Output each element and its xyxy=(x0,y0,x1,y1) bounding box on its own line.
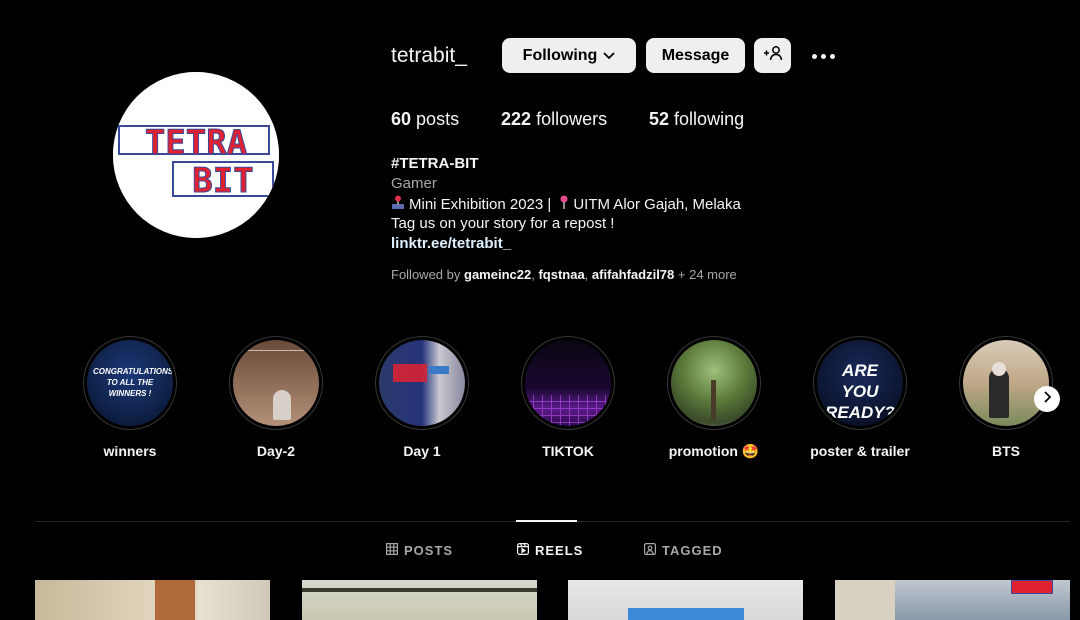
highlight-label: BTS xyxy=(992,443,1020,459)
reel-thumbnail[interactable] xyxy=(35,580,270,620)
highlight-day-2[interactable]: Day-2 xyxy=(229,336,325,459)
followers-label: followers xyxy=(536,109,608,129)
joystick-icon xyxy=(391,195,405,214)
highlight-label: poster & trailer xyxy=(810,443,910,459)
highlight-winners[interactable]: CONGRATULATIONS TO ALL THE WINNERS ! win… xyxy=(83,336,179,459)
followed-by-user: fqstnaa xyxy=(538,267,585,282)
chevron-right-icon xyxy=(1042,390,1052,408)
highlight-thumbnail xyxy=(963,340,1049,426)
highlight-label: promotion 🤩 xyxy=(668,443,760,459)
highlights-next-button[interactable] xyxy=(1034,386,1060,412)
highlight-bts[interactable]: BTS xyxy=(959,336,1055,459)
highlight-label: TIKTOK xyxy=(542,443,594,459)
add-person-icon xyxy=(763,45,783,66)
highlight-label: Day 1 xyxy=(403,443,441,459)
highlight-thumb-text: CONGRATULATIONS TO ALL THE WINNERS ! xyxy=(93,367,173,398)
bio-line-1-part-1: Mini Exhibition 2023 | xyxy=(409,196,552,213)
svg-text:BIT: BIT xyxy=(192,161,253,201)
following-label: following xyxy=(674,109,745,129)
profile-avatar[interactable]: TETRA BIT xyxy=(113,72,279,238)
more-options-icon[interactable] xyxy=(806,44,840,68)
highlight-day-1[interactable]: Day 1 xyxy=(375,336,471,459)
followed-by-user: afifahfadzil78 xyxy=(591,267,675,282)
following-button-label: Following xyxy=(522,46,598,64)
tab-tagged[interactable]: TAGGED xyxy=(644,543,723,558)
highlight-thumbnail: CONGRATULATIONS TO ALL THE WINNERS ! xyxy=(87,340,173,426)
pin-icon xyxy=(559,195,569,214)
reel-thumbnail[interactable] xyxy=(568,580,803,620)
tab-posts[interactable]: POSTS xyxy=(386,543,453,558)
highlight-label: winners xyxy=(103,443,157,459)
highlight-poster-trailer[interactable]: ARE YOU READY? poster & trailer xyxy=(810,336,910,459)
highlight-thumbnail xyxy=(525,340,611,426)
highlight-thumbnail xyxy=(233,340,319,426)
followers-count: 222 xyxy=(501,109,532,129)
message-button[interactable]: Message xyxy=(646,38,745,73)
reel-thumbnail[interactable] xyxy=(302,580,537,620)
followed-by-user: gameinc22 xyxy=(464,267,532,282)
active-tab-indicator xyxy=(516,520,577,522)
svg-text:TETRA: TETRA xyxy=(145,123,247,163)
bio-line-1-part-2: UITM Alor Gajah, Melaka xyxy=(573,196,741,213)
suggested-accounts-button[interactable] xyxy=(754,38,791,73)
bio-line-1: Mini Exhibition 2023 | UITM Alor Gajah, … xyxy=(391,195,741,214)
reels-icon xyxy=(517,543,530,558)
following-button[interactable]: Following xyxy=(502,38,636,73)
highlight-thumbnail xyxy=(379,340,465,426)
bio-line-2: Tag us on your story for a repost ! xyxy=(391,215,615,232)
highlight-tiktok[interactable]: TIKTOK xyxy=(521,336,617,459)
followers-stat[interactable]: 222 followers xyxy=(501,109,607,130)
highlight-thumb-text: ARE YOU READY? xyxy=(825,361,895,422)
bio-name: #TETRA-BIT xyxy=(391,155,479,172)
tab-reels[interactable]: REELS xyxy=(517,543,583,558)
reel-thumbnail[interactable] xyxy=(835,580,1070,620)
tab-tagged-label: TAGGED xyxy=(662,543,723,558)
posts-count: 60 xyxy=(391,109,412,129)
posts-label: posts xyxy=(416,109,460,129)
followed-by-prefix: Followed by xyxy=(391,267,461,282)
message-button-label: Message xyxy=(661,46,730,64)
tab-posts-label: POSTS xyxy=(404,543,454,558)
profile-username: tetrabit_ xyxy=(391,44,467,67)
tetrabit-logo: TETRA BIT xyxy=(113,72,279,238)
bio-link[interactable]: linktr.ee/tetrabit_ xyxy=(391,235,511,252)
posts-stat: 60 posts xyxy=(391,109,459,130)
highlight-thumbnail xyxy=(671,340,757,426)
following-count: 52 xyxy=(649,109,670,129)
highlight-promotion[interactable]: promotion 🤩 xyxy=(667,336,763,459)
following-stat[interactable]: 52 following xyxy=(649,109,744,130)
followed-by[interactable]: Followed by gameinc22, fqstnaa, afifahfa… xyxy=(391,267,737,282)
highlight-label: Day-2 xyxy=(256,443,296,459)
highlight-thumbnail: ARE YOU READY? xyxy=(817,340,903,426)
bio-category: Gamer xyxy=(391,175,437,192)
followed-by-more: + 24 more xyxy=(677,267,737,282)
tagged-icon xyxy=(644,543,657,558)
tab-reels-label: REELS xyxy=(535,543,584,558)
grid-icon xyxy=(386,543,399,558)
chevron-down-icon xyxy=(603,51,615,60)
